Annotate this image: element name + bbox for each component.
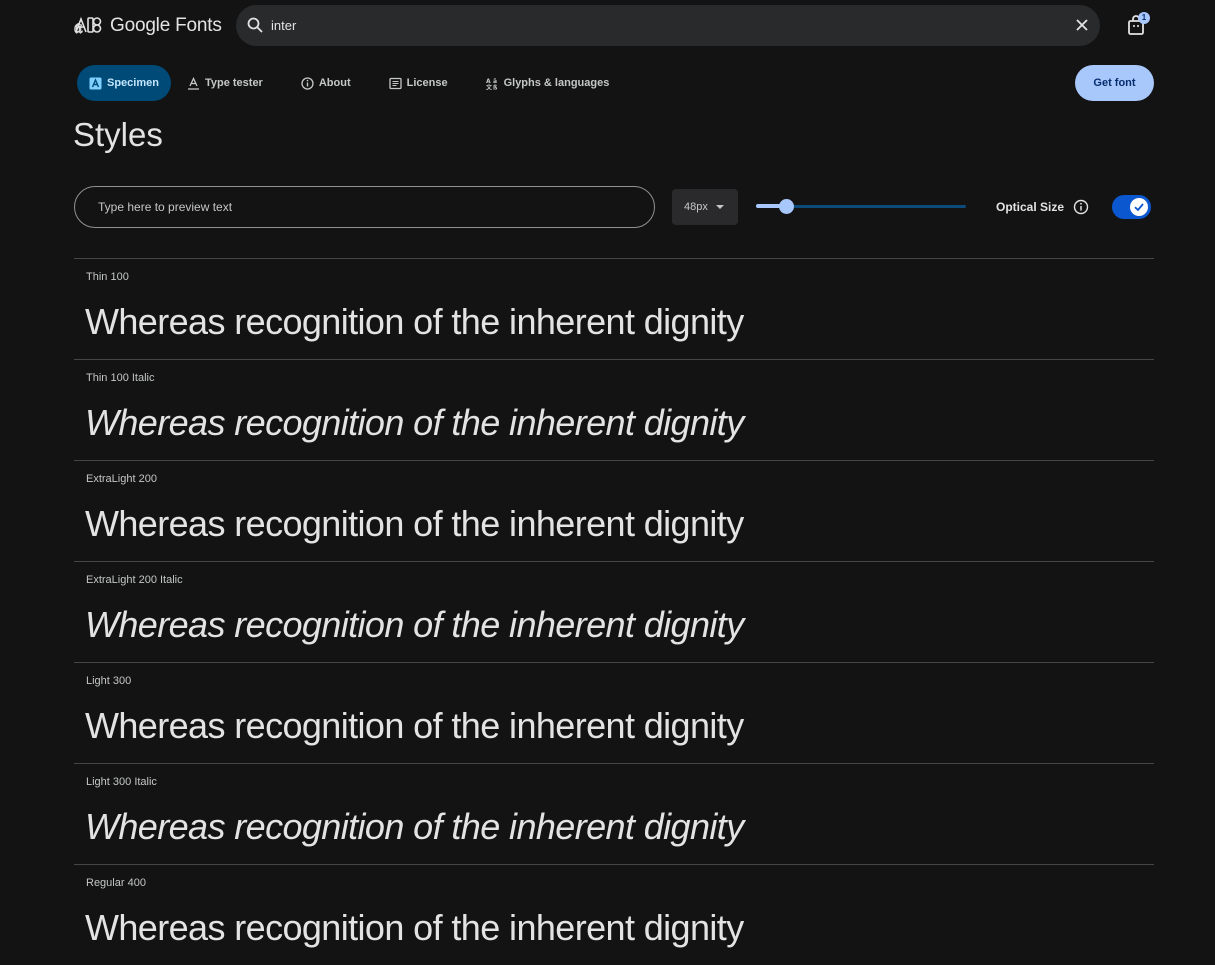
checkmark-icon	[1134, 203, 1144, 212]
info-icon[interactable]	[1073, 199, 1089, 215]
get-font-button[interactable]: Get font	[1075, 65, 1154, 101]
style-sample: Whereas recognition of the inherent dign…	[85, 604, 744, 645]
style-row-light-300: Light 300 Whereas recognition of the inh…	[74, 662, 1154, 763]
optical-size-label: Optical Size	[996, 200, 1065, 214]
style-row-regular-400: Regular 400 Whereas recognition of the i…	[74, 864, 1154, 965]
svg-text:文: 文	[486, 83, 493, 90]
font-size-slider[interactable]	[756, 198, 966, 216]
style-row-thin-100: Thin 100 Whereas recognition of the inhe…	[74, 258, 1154, 359]
type-tester-icon	[187, 76, 199, 90]
chevron-down-icon	[716, 205, 724, 209]
tab-label: Glyphs & languages	[503, 77, 610, 89]
specimen-tabs: Specimen Type tester About License A ä 文…	[77, 65, 621, 101]
tab-about[interactable]: About	[289, 65, 363, 101]
style-name: ExtraLight 200	[86, 473, 157, 485]
style-row-extralight-200: ExtraLight 200 Whereas recognition of th…	[74, 460, 1154, 561]
style-row-light-300-italic: Light 300 Italic Whereas recognition of …	[74, 763, 1154, 864]
search-icon	[247, 17, 263, 33]
close-icon[interactable]	[1072, 15, 1092, 35]
style-sample: Whereas recognition of the inherent dign…	[85, 705, 744, 746]
style-name: Thin 100	[86, 271, 129, 283]
preview-text-input[interactable]	[74, 186, 655, 228]
style-name: Regular 400	[86, 877, 146, 889]
google-fonts-logo[interactable]: 𝔞 Google Fonts	[74, 14, 222, 38]
style-name: Light 300 Italic	[86, 776, 157, 788]
bag-count-badge: 1	[1138, 12, 1150, 24]
style-row-extralight-200-italic: ExtraLight 200 Italic Whereas recognitio…	[74, 561, 1154, 662]
tab-specimen[interactable]: Specimen	[77, 65, 171, 101]
top-bar: 𝔞 Google Fonts 1	[0, 0, 1215, 52]
section-title: Styles	[73, 116, 163, 153]
slider-thumb[interactable]	[779, 199, 794, 214]
logo-text: Google Fonts	[110, 15, 222, 36]
google-fonts-logo-icon: 𝔞	[74, 15, 102, 37]
style-sample: Whereas recognition of the inherent dign…	[85, 301, 744, 342]
svg-text:ß: ß	[493, 84, 498, 90]
tab-license[interactable]: License	[377, 65, 460, 101]
tab-label: Specimen	[107, 77, 159, 89]
style-name: Light 300	[86, 675, 132, 687]
license-icon	[388, 77, 402, 89]
font-size-select[interactable]: 48px	[672, 189, 738, 225]
style-sample: Whereas recognition of the inherent dign…	[85, 503, 744, 544]
style-sample: Whereas recognition of the inherent dign…	[85, 907, 744, 948]
search-input[interactable]	[271, 5, 1051, 46]
tab-label: License	[406, 77, 448, 89]
style-name: ExtraLight 200 Italic	[86, 574, 183, 586]
tab-label: Type tester	[204, 77, 263, 89]
style-sample: Whereas recognition of the inherent dign…	[85, 806, 744, 847]
tab-type-tester[interactable]: Type tester	[175, 65, 275, 101]
style-row-thin-100-italic: Thin 100 Italic Whereas recognition of t…	[74, 359, 1154, 460]
toggle-knob	[1130, 198, 1148, 216]
info-icon	[301, 76, 314, 90]
font-size-value: 48px	[684, 201, 708, 213]
tab-label: About	[318, 77, 351, 89]
glyphs-icon: A ä 文 ß	[486, 78, 498, 90]
styles-list: Thin 100 Whereas recognition of the inhe…	[74, 258, 1154, 965]
optical-size-toggle[interactable]	[1112, 195, 1151, 219]
style-sample: Whereas recognition of the inherent dign…	[85, 402, 744, 443]
style-name: Thin 100 Italic	[86, 372, 155, 384]
tab-glyphs-languages[interactable]: A ä 文 ß Glyphs & languages	[474, 65, 622, 101]
search-bar[interactable]	[236, 5, 1100, 46]
specimen-icon	[89, 77, 102, 89]
